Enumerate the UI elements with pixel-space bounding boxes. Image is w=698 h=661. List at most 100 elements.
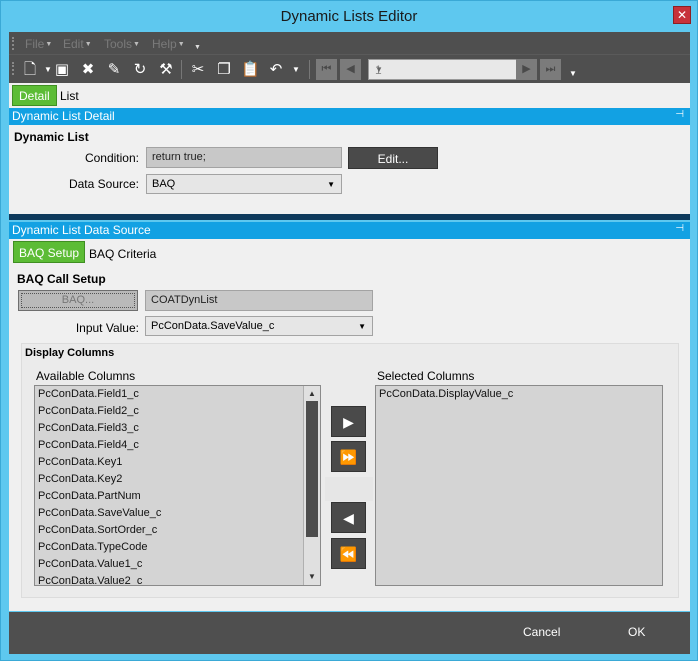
tab-list[interactable]: List [54, 86, 85, 107]
list-item[interactable]: PcConData.Value2_c [35, 573, 320, 585]
window-title: Dynamic Lists Editor [280, 8, 418, 25]
available-columns-list[interactable]: PcConData.Field1_c PcConData.Field2_c PcCo… [34, 385, 321, 586]
edit-button[interactable]: Edit... [348, 147, 438, 169]
double-chevron-right-icon: ⏩ [339, 449, 358, 465]
input-value-label: Input Value: [75, 321, 139, 335]
refresh-icon[interactable]: ↻ [131, 61, 149, 79]
broom-icon[interactable]: ⚒ [157, 61, 175, 79]
save-icon[interactable]: ▣ [53, 61, 71, 79]
list-item[interactable]: PcConData.SaveValue_c [35, 505, 320, 522]
list-item[interactable]: PcConData.Value1_c [35, 556, 320, 573]
available-columns-label: Available Columns [36, 369, 136, 383]
grip-icon [12, 37, 15, 50]
first-icon: ⏮ [321, 63, 332, 75]
chevron-down-icon: ▼ [375, 65, 383, 74]
cut-icon[interactable]: ✂ [189, 61, 207, 79]
toolbar-overflow-icon[interactable]: ▼ [564, 65, 582, 83]
data-source-combo[interactable]: BAQ ▼ [146, 174, 342, 194]
available-columns-scrollbar[interactable]: ▲ ▼ [303, 386, 320, 585]
dialog-footer: Cancel OK [9, 612, 690, 654]
undo-icon[interactable]: ↶ [267, 61, 285, 79]
first-record-button[interactable]: ⏮ [316, 59, 337, 80]
menu-bar: File▼ Edit▼ Tools▼ Help▼ ▼ [9, 32, 690, 54]
scroll-thumb[interactable] [306, 401, 318, 537]
double-chevron-left-icon: ⏪ [339, 546, 358, 562]
menu-help[interactable]: Help▼ [152, 37, 185, 51]
cancel-button[interactable]: Cancel [523, 625, 560, 639]
chevron-left-icon: ◀ [343, 510, 354, 526]
tab-detail[interactable]: Detail [12, 85, 57, 106]
menu-overflow-icon[interactable]: ▼ [193, 40, 201, 54]
display-columns-title: Display Columns [25, 347, 115, 359]
grip-icon [12, 62, 15, 75]
chevron-down-icon: ▼ [358, 322, 366, 331]
selected-columns-label: Selected Columns [377, 369, 475, 383]
next-record-button[interactable]: ▶ [516, 59, 537, 80]
list-item[interactable]: PcConData.Field1_c [35, 386, 320, 403]
blank-button [325, 477, 373, 501]
menu-file[interactable]: File▼ [25, 37, 52, 51]
detail-panel-header: Dynamic List Detail ⊣ [9, 108, 690, 125]
menu-tools[interactable]: Tools▼ [104, 37, 140, 51]
close-icon: ✕ [676, 8, 688, 22]
dynamic-lists-editor-window: Dynamic Lists Editor ✕ File▼ Edit▼ Tools… [0, 0, 698, 661]
remove-column-button[interactable]: ◀ [331, 502, 366, 533]
list-item[interactable]: PcConData.Key2 [35, 471, 320, 488]
list-item[interactable]: PcConData.DisplayValue_c [376, 386, 662, 403]
list-item[interactable]: PcConData.Field3_c [35, 420, 320, 437]
remove-all-columns-button[interactable]: ⏪ [331, 538, 366, 569]
new-icon[interactable]: 🗋 [21, 61, 39, 79]
paste-icon[interactable]: 📋 [241, 61, 260, 79]
chevron-right-icon: ▶ [343, 414, 354, 430]
chevron-down-icon: ▼ [327, 180, 335, 189]
data-source-panel-header: Dynamic List Data Source ⊣ [9, 222, 690, 239]
clear-icon[interactable]: ✎ [105, 61, 123, 79]
copy-icon[interactable]: ❐ [215, 61, 233, 79]
next-icon: ▶ [522, 63, 531, 75]
last-icon: ⏭ [545, 63, 556, 75]
close-button[interactable]: ✕ [673, 6, 691, 24]
scroll-up-icon[interactable]: ▲ [306, 388, 318, 400]
add-column-button[interactable]: ▶ [331, 406, 366, 437]
baq-call-setup-title: BAQ Call Setup [17, 272, 106, 286]
dropdown-icon: ▼ [84, 41, 92, 48]
list-item[interactable]: PcConData.SortOrder_c [35, 522, 320, 539]
display-columns-group: Display Columns Available Columns PcConD… [21, 343, 679, 598]
list-item[interactable]: PcConData.PartNum [35, 488, 320, 505]
previous-record-button[interactable]: ◀ [340, 59, 361, 80]
pin-icon[interactable]: ⊣ [675, 223, 684, 234]
data-source-label: Data Source: [68, 177, 139, 191]
panel-divider [9, 214, 690, 220]
condition-field[interactable]: return true; [146, 147, 342, 168]
add-all-columns-button[interactable]: ⏩ [331, 441, 366, 472]
dynamic-list-section-title: Dynamic List [14, 130, 89, 144]
dropdown-icon: ▼ [133, 41, 140, 48]
selected-columns-list[interactable]: PcConData.DisplayValue_c [375, 385, 663, 586]
last-record-button[interactable]: ⏭ [540, 59, 561, 80]
dropdown-icon: ▼ [177, 41, 185, 48]
title-bar[interactable]: Dynamic Lists Editor ✕ [1, 1, 697, 32]
tab-baq-setup[interactable]: BAQ Setup [13, 241, 86, 263]
menu-edit[interactable]: Edit▼ [63, 37, 92, 51]
detail-panel: Dynamic List Condition: return true; Edi… [9, 125, 690, 214]
previous-icon: ◀ [346, 63, 355, 75]
list-item[interactable]: PcConData.Field4_c [35, 437, 320, 454]
undo-dropdown-icon[interactable]: ▼ [287, 61, 305, 79]
dropdown-icon: ▼ [45, 41, 53, 48]
ok-button[interactable]: OK [628, 625, 645, 639]
input-value-combo[interactable]: PcConData.SaveValue_c ▼ [145, 316, 373, 336]
baq-id-field[interactable]: COATDynList [145, 290, 373, 311]
toolbar: 🗋 ▼ ▣ ✖ ✎ ↻ ⚒ ✂ ❐ 📋 ↶ ▼ ⏮ ◀ 1 ▼ ▶ ⏭ ▼ [9, 54, 690, 83]
baq-button[interactable]: BAQ... [18, 290, 138, 311]
record-selector[interactable]: 1 ▼ [368, 59, 519, 80]
main-tabstrip: Detail List [9, 83, 690, 108]
pin-icon[interactable]: ⊣ [675, 109, 684, 120]
list-item[interactable]: PcConData.Field2_c [35, 403, 320, 420]
delete-icon[interactable]: ✖ [79, 61, 97, 79]
data-source-tabstrip: BAQ Setup BAQ Criteria [9, 239, 690, 265]
list-item[interactable]: PcConData.TypeCode [35, 539, 320, 556]
tab-baq-criteria[interactable]: BAQ Criteria [89, 247, 156, 261]
condition-label: Condition: [84, 151, 139, 165]
scroll-down-icon[interactable]: ▼ [306, 571, 318, 583]
list-item[interactable]: PcConData.Key1 [35, 454, 320, 471]
